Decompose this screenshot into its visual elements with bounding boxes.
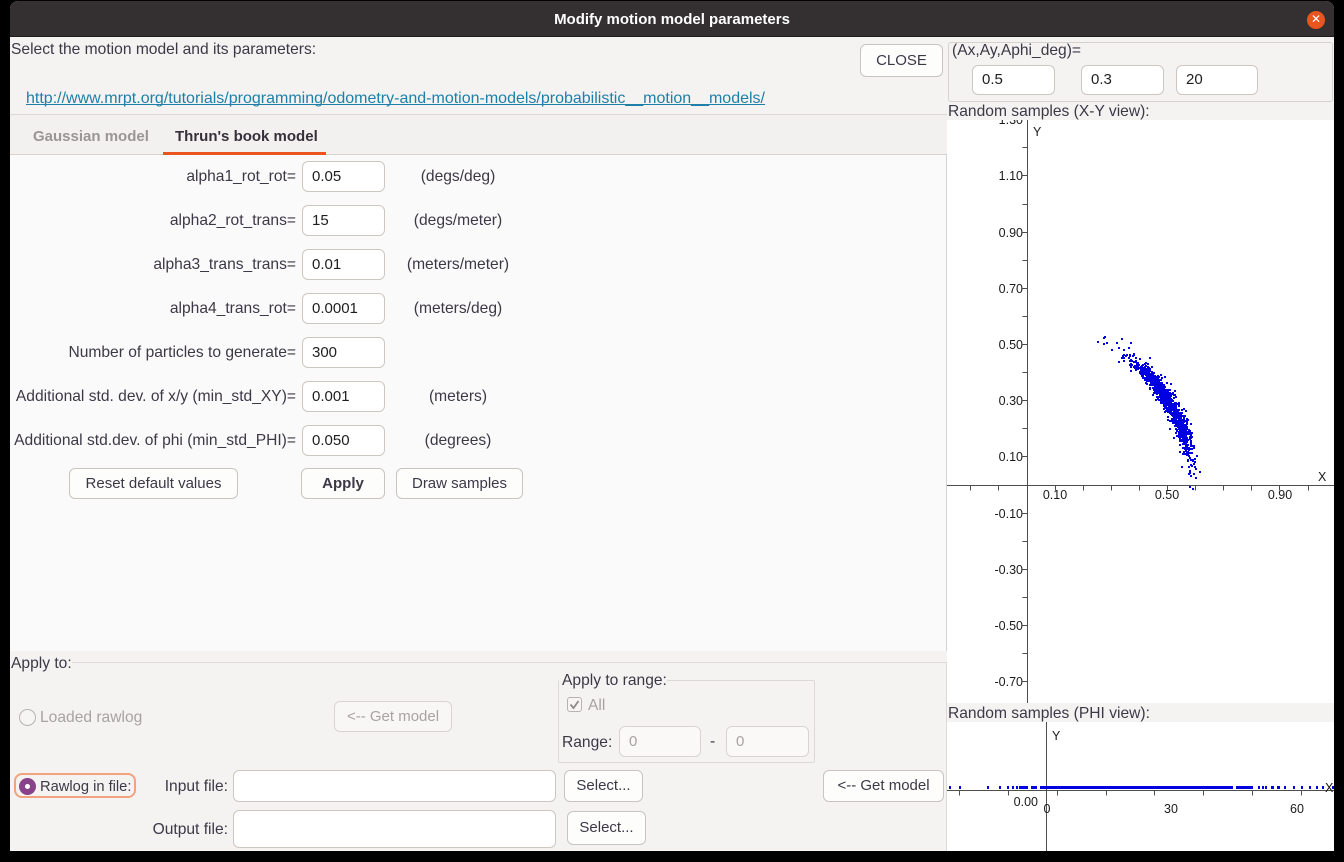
svg-text:-0.50: -0.50 — [995, 619, 1024, 633]
svg-text:30: 30 — [1164, 802, 1178, 816]
svg-text:0.50: 0.50 — [999, 338, 1023, 352]
svg-text:Y: Y — [1052, 729, 1061, 743]
svg-text:0.10: 0.10 — [999, 450, 1023, 464]
svg-text:-0.30: -0.30 — [995, 563, 1024, 577]
svg-text:1.10: 1.10 — [999, 169, 1023, 183]
svg-text:-0.10: -0.10 — [995, 507, 1024, 521]
svg-text:0.70: 0.70 — [999, 282, 1023, 296]
svg-text:0.90: 0.90 — [1268, 488, 1292, 502]
svg-text:0.50: 0.50 — [1155, 488, 1179, 502]
svg-text:-0.70: -0.70 — [995, 675, 1024, 689]
svg-text:Y: Y — [1033, 125, 1042, 139]
svg-text:0.00: 0.00 — [1014, 795, 1038, 809]
svg-text:0: 0 — [1044, 802, 1051, 816]
svg-text:60: 60 — [1290, 802, 1304, 816]
svg-text:1.30: 1.30 — [999, 120, 1023, 127]
svg-text:0.90: 0.90 — [999, 226, 1023, 240]
svg-text:X: X — [1318, 470, 1327, 484]
svg-text:0.10: 0.10 — [1043, 488, 1067, 502]
svg-text:0.30: 0.30 — [999, 394, 1023, 408]
